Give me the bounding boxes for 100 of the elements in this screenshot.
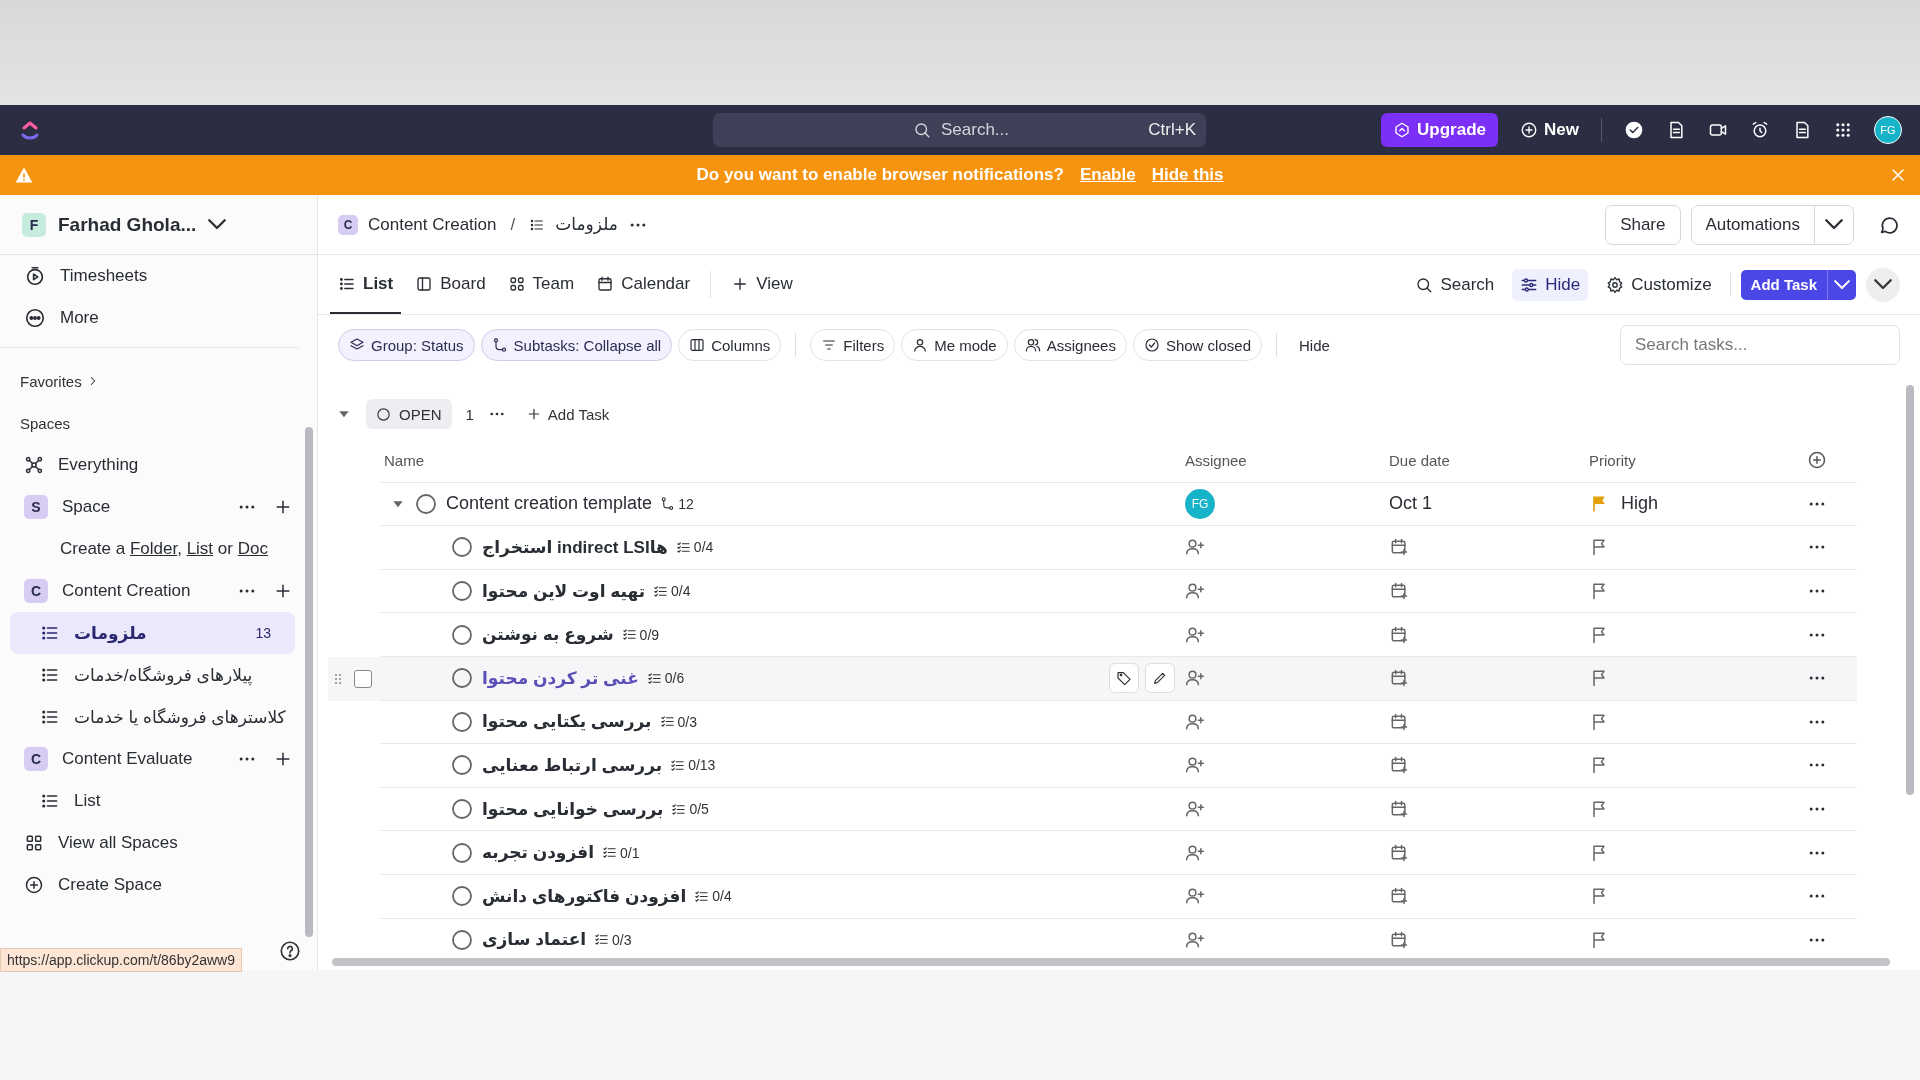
status-circle-icon[interactable] (450, 797, 474, 822)
subtask-name[interactable]: افزودن تجربه (482, 842, 594, 864)
column-header[interactable]: Name (384, 451, 424, 469)
status-circle-icon[interactable] (414, 491, 438, 516)
filter-chip[interactable]: Show closed (1132, 329, 1262, 361)
add-date-icon[interactable] (1389, 537, 1409, 558)
upgrade-button[interactable]: Upgrade (1381, 113, 1499, 147)
dropdown-button[interactable] (1827, 269, 1856, 300)
status-circle-icon[interactable] (450, 535, 474, 560)
tag-button[interactable] (1109, 663, 1139, 694)
add-date-icon[interactable] (1389, 799, 1409, 820)
toolbar-button[interactable]: Customize (1598, 268, 1720, 301)
checklist-count[interactable]: 0/9 (639, 626, 660, 643)
subtask-name[interactable]: تهیه اوت لاین محتوا (482, 580, 646, 602)
sidebar-item[interactable]: View all Spaces (0, 822, 317, 864)
checklist-count[interactable]: 0/6 (664, 670, 685, 687)
collapse-button[interactable] (1866, 267, 1900, 302)
favorites-heading[interactable]: Favorites (20, 372, 82, 390)
add-date-icon[interactable] (1389, 668, 1409, 689)
search-tasks-field[interactable]: Search tasks... (1620, 325, 1900, 365)
status-circle-icon[interactable] (450, 927, 474, 952)
sidebar-list-item[interactable]: کلاسترهای فروشگاه یا خدمات (0, 696, 317, 738)
checklist-count[interactable]: 0/3 (612, 931, 632, 948)
sidebar-list-item[interactable]: List (0, 780, 317, 822)
sidebar-item[interactable]: Timesheets (0, 255, 317, 297)
checklist-count[interactable]: 0/5 (689, 801, 709, 818)
checklist-count[interactable]: 0/4 (693, 539, 714, 556)
add-date-icon[interactable] (1389, 624, 1409, 645)
add-column-icon[interactable] (1807, 450, 1827, 471)
subtask-name[interactable]: بررسی خوانایی محتوا (482, 798, 664, 820)
sidebar-item[interactable]: Everything (0, 444, 317, 486)
filter-chip[interactable]: Filters (810, 329, 896, 361)
checklist-count[interactable]: 0/4 (712, 888, 732, 905)
subtask-name[interactable]: بررسی یکتایی محتوا (482, 711, 652, 733)
status-circle-icon[interactable] (450, 709, 474, 734)
subtask-name[interactable]: اعتماد سازی (482, 929, 587, 951)
column-header[interactable]: Due date (1389, 451, 1450, 469)
add-date-icon[interactable] (1389, 842, 1409, 863)
checklist-count[interactable]: 0/3 (677, 713, 697, 730)
check-circle-icon[interactable] (1624, 120, 1644, 140)
status-circle-icon[interactable] (450, 622, 474, 647)
status-circle-icon[interactable] (450, 753, 474, 778)
toolbar-button[interactable]: Hide (1512, 268, 1589, 301)
status-circle-icon[interactable] (450, 579, 474, 604)
scrollbar[interactable] (1906, 385, 1914, 795)
priority-label[interactable]: High (1621, 493, 1659, 515)
status-circle-icon[interactable] (450, 884, 474, 909)
subtask-name[interactable]: شروع به نوشتن (482, 624, 614, 646)
create-link[interactable]: List (186, 539, 214, 558)
add-date-icon[interactable] (1389, 886, 1409, 907)
breadcrumb-current[interactable]: ملزومات (555, 214, 618, 235)
task-name[interactable]: Content creation template (446, 493, 653, 515)
filter-chip[interactable]: Subtasks: Collapse all (480, 329, 673, 361)
filter-chip[interactable]: Group: Status (338, 329, 475, 361)
sidebar-item[interactable]: Create Space (0, 864, 317, 906)
status-circle-icon[interactable] (450, 840, 474, 865)
alarm-clock-icon[interactable] (1750, 120, 1770, 140)
subtask-name[interactable]: افزودن فاکتورهای دانش (482, 885, 687, 907)
status-badge[interactable]: OPEN (366, 399, 452, 429)
scrollbar[interactable] (305, 427, 313, 937)
subtask-count[interactable]: 12 (678, 495, 694, 512)
new-button[interactable]: New (1520, 120, 1579, 140)
column-header[interactable]: Assignee (1185, 451, 1247, 469)
search-field[interactable]: Search... Ctrl+K (713, 113, 1206, 147)
sidebar-list-item[interactable]: پیلارهای فروشگاه/خدمات (0, 654, 317, 696)
chevron-down-icon[interactable] (208, 219, 227, 230)
view-tab[interactable]: List (330, 255, 402, 314)
filter-chip[interactable]: Assignees (1013, 329, 1127, 361)
checklist-count[interactable]: 0/4 (671, 583, 691, 600)
create-link[interactable]: Doc (237, 539, 268, 558)
due-date[interactable]: Oct 1 (1389, 493, 1432, 515)
view-tab[interactable]: Calendar (588, 255, 699, 314)
view-tab[interactable]: Team (499, 255, 583, 314)
workspace-name[interactable]: Farhad Ghola... (58, 213, 197, 236)
share-button[interactable]: Share (1605, 204, 1681, 245)
help-icon[interactable] (279, 940, 301, 962)
toolbar-button[interactable]: Search (1407, 268, 1503, 301)
subtask-name[interactable]: غنی تر کردن محتوا (482, 667, 639, 689)
add-date-icon[interactable] (1389, 755, 1409, 776)
subtask-name[interactable]: بررسی ارتباط معنایی (482, 754, 663, 776)
checklist-count[interactable]: 0/1 (619, 844, 640, 861)
sidebar-item[interactable]: More (0, 297, 317, 339)
filter-chip[interactable]: Me mode (901, 329, 1008, 361)
filter-chip[interactable]: Columns (678, 329, 782, 361)
add-task-link[interactable]: Add Task (519, 404, 616, 424)
space-name[interactable]: Content Creation (62, 581, 191, 601)
hide-link[interactable]: Hide (1291, 336, 1338, 354)
space-name[interactable]: Space (62, 497, 111, 517)
add-date-icon[interactable] (1389, 581, 1409, 602)
create-link[interactable]: Folder (129, 539, 178, 558)
view-tab[interactable]: Board (407, 255, 494, 314)
checklist-count[interactable]: 0/13 (688, 757, 716, 774)
scrollbar[interactable] (332, 958, 1890, 966)
status-circle-icon[interactable] (450, 666, 474, 691)
subtask-name[interactable]: استخراج indirect LSIها (482, 537, 668, 558)
column-header[interactable]: Priority (1589, 451, 1636, 469)
add-date-icon[interactable] (1389, 929, 1409, 950)
add-date-icon[interactable] (1389, 711, 1409, 732)
breadcrumb-link[interactable]: Content Creation (368, 214, 497, 235)
space-name[interactable]: Content Evaluate (62, 749, 193, 769)
